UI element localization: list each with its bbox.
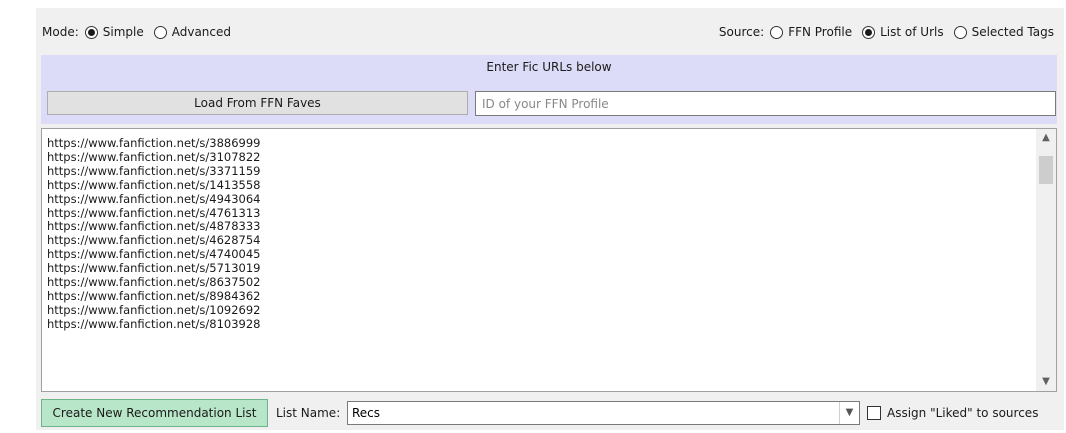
url-line: https://www.fanfiction.net/s/4761313 xyxy=(47,205,261,220)
url-line: https://www.fanfiction.net/s/8637502 xyxy=(47,275,261,290)
scrollbar-thumb[interactable] xyxy=(1039,156,1053,184)
url-line: https://www.fanfiction.net/s/3886999 xyxy=(47,136,261,150)
mode-simple-radio[interactable]: Simple xyxy=(84,25,144,39)
load-from-ffn-faves-button[interactable]: Load From FFN Faves xyxy=(47,91,468,115)
url-line: https://www.fanfiction.net/s/8103928 xyxy=(47,316,261,331)
assign-liked-label: Assign "Liked" to sources xyxy=(887,406,1039,420)
mode-advanced-radio[interactable]: Advanced xyxy=(153,25,232,39)
url-line: https://www.fanfiction.net/s/4878333 xyxy=(47,219,261,234)
mode-simple-label: Simple xyxy=(102,25,144,39)
list-name-label: List Name: xyxy=(276,406,341,420)
chevron-down-icon[interactable]: ▼ xyxy=(1036,373,1056,391)
url-line: https://www.fanfiction.net/s/3107822 xyxy=(47,149,261,164)
source-label: Source: xyxy=(718,25,765,39)
radio-circle-icon xyxy=(84,25,98,39)
assign-liked-checkbox[interactable]: Assign "Liked" to sources xyxy=(867,404,1038,422)
url-line: https://www.fanfiction.net/s/1413558 xyxy=(47,177,261,192)
create-recommendation-list-button[interactable]: Create New Recommendation List xyxy=(41,399,268,427)
checkbox-box xyxy=(867,406,881,420)
source-ffn-profile-label: FFN Profile xyxy=(788,25,853,39)
url-list: https://www.fanfiction.net/s/3886999 http… xyxy=(47,136,1028,332)
source-selected-tags-radio[interactable]: Selected Tags xyxy=(953,25,1054,39)
radio-circle-icon xyxy=(862,25,876,39)
source-list-of-urls-label: List of Urls xyxy=(880,25,944,39)
mode-label: Mode: xyxy=(42,25,79,39)
radio-circle-icon xyxy=(153,25,167,39)
list-name-combobox[interactable]: ▼ xyxy=(347,401,860,425)
url-line: https://www.fanfiction.net/s/1092692 xyxy=(47,302,261,317)
mode-advanced-label: Advanced xyxy=(171,25,232,39)
chevron-up-icon[interactable]: ▲ xyxy=(1036,129,1056,147)
bottom-row: Create New Recommendation List List Name… xyxy=(36,396,1064,430)
fic-urls-textarea[interactable]: https://www.fanfiction.net/s/3886999 http… xyxy=(41,128,1057,392)
url-line: https://www.fanfiction.net/s/4943064 xyxy=(47,191,261,206)
chevron-down-icon[interactable]: ▼ xyxy=(839,402,859,424)
radio-circle-icon xyxy=(770,25,784,39)
url-line: https://www.fanfiction.net/s/5713019 xyxy=(47,261,261,276)
source-ffn-profile-radio[interactable]: FFN Profile xyxy=(770,25,852,39)
radio-circle-icon xyxy=(953,25,967,39)
source-list-of-urls-radio[interactable]: List of Urls xyxy=(862,25,944,39)
vertical-scrollbar[interactable]: ▲ ▼ xyxy=(1036,129,1056,391)
ffn-profile-id-input[interactable] xyxy=(475,91,1056,116)
top-options-row: Mode: Simple Advanced Source: FFN Profil… xyxy=(36,8,1064,54)
load-row: Load From FFN Faves xyxy=(41,79,1057,124)
mode-radio-group: Mode: Simple Advanced xyxy=(42,21,241,43)
url-line: https://www.fanfiction.net/s/3371159 xyxy=(47,163,261,178)
url-line: https://www.fanfiction.net/s/4628754 xyxy=(47,233,261,248)
url-line: https://www.fanfiction.net/s/8984362 xyxy=(47,288,261,303)
list-name-input[interactable] xyxy=(348,402,838,424)
recommendation-panel: Mode: Simple Advanced Source: FFN Profil… xyxy=(36,8,1064,430)
source-radio-group: Source: FFN Profile List of Urls Selecte… xyxy=(719,21,1054,43)
url-line: https://www.fanfiction.net/s/4740045 xyxy=(47,247,261,262)
instructions-banner: Enter Fic URLs below xyxy=(41,55,1057,79)
source-selected-tags-label: Selected Tags xyxy=(971,25,1054,39)
